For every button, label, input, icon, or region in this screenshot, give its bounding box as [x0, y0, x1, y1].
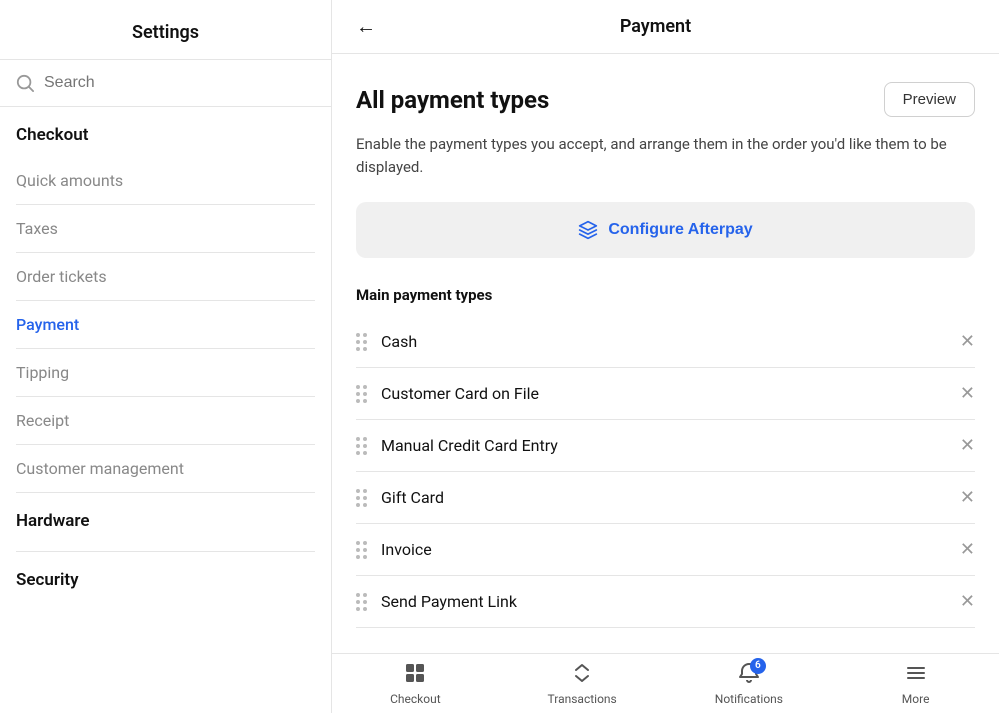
- payment-list-item: Manual Credit Card Entry ✕: [356, 420, 975, 472]
- main-body: All payment types Preview Enable the pay…: [332, 54, 999, 653]
- remove-gift-card-button[interactable]: ✕: [960, 489, 975, 507]
- payment-item-customer-card: Customer Card on File: [381, 384, 946, 403]
- payment-item-invoice: Invoice: [381, 540, 946, 559]
- sidebar-nav: Checkout Quick amounts Taxes Order ticke…: [0, 107, 331, 713]
- nav-more-label: More: [902, 692, 930, 706]
- nav-transactions[interactable]: Transactions: [499, 654, 666, 713]
- payment-item-cash: Cash: [381, 332, 946, 351]
- search-input[interactable]: [44, 74, 315, 92]
- sidebar-item-payment[interactable]: Payment: [16, 301, 315, 349]
- remove-customer-card-button[interactable]: ✕: [960, 385, 975, 403]
- notification-wrapper: 6: [738, 662, 760, 689]
- nav-more[interactable]: More: [832, 654, 999, 713]
- sidebar-section-hardware: Hardware: [16, 493, 315, 543]
- search-bar[interactable]: [0, 59, 331, 107]
- nav-checkout[interactable]: Checkout: [332, 654, 499, 713]
- main-content: ← Payment All payment types Preview Enab…: [332, 0, 999, 713]
- configure-afterpay-label: Configure Afterpay: [608, 221, 752, 239]
- main-header-title: Payment: [392, 16, 919, 37]
- drag-handle-send-payment[interactable]: [356, 593, 367, 611]
- sidebar-title: Settings: [0, 0, 331, 59]
- remove-send-payment-button[interactable]: ✕: [960, 593, 975, 611]
- drag-handle-customer-card[interactable]: [356, 385, 367, 403]
- drag-handle-gift-card[interactable]: [356, 489, 367, 507]
- drag-handle-cash[interactable]: [356, 333, 367, 351]
- preview-button[interactable]: Preview: [884, 82, 975, 117]
- payment-header-row: All payment types Preview: [356, 82, 975, 117]
- payment-item-manual-credit: Manual Credit Card Entry: [381, 436, 946, 455]
- sidebar-item-quick-amounts[interactable]: Quick amounts: [16, 157, 315, 205]
- sidebar-item-order-tickets[interactable]: Order tickets: [16, 253, 315, 301]
- grid-icon: [404, 662, 426, 689]
- payment-item-send-payment: Send Payment Link: [381, 592, 946, 611]
- nav-checkout-label: Checkout: [390, 692, 441, 706]
- section-label: Main payment types: [356, 286, 975, 304]
- page-title: All payment types: [356, 86, 549, 114]
- payment-description: Enable the payment types you accept, and…: [356, 133, 975, 178]
- sidebar: Settings Checkout Quick amounts Taxes Or…: [0, 0, 332, 713]
- payment-list-item: Send Payment Link ✕: [356, 576, 975, 628]
- back-button[interactable]: ←: [356, 14, 376, 39]
- payment-list-item: Gift Card ✕: [356, 472, 975, 524]
- remove-invoice-button[interactable]: ✕: [960, 541, 975, 559]
- drag-handle-manual-credit[interactable]: [356, 437, 367, 455]
- configure-afterpay-button[interactable]: Configure Afterpay: [356, 202, 975, 258]
- nav-notifications-label: Notifications: [715, 692, 783, 706]
- afterpay-icon: [578, 220, 598, 240]
- sidebar-section-security: Security: [16, 552, 315, 602]
- nav-transactions-label: Transactions: [548, 692, 617, 706]
- sidebar-item-customer-management[interactable]: Customer management: [16, 445, 315, 493]
- payment-list-item: Cash ✕: [356, 316, 975, 368]
- menu-icon: [905, 662, 927, 689]
- payment-list: Cash ✕ Customer Card on File ✕: [356, 316, 975, 628]
- sidebar-item-tipping[interactable]: Tipping: [16, 349, 315, 397]
- search-icon: [16, 74, 34, 92]
- nav-notifications[interactable]: 6 Notifications: [666, 654, 833, 713]
- payment-item-gift-card: Gift Card: [381, 488, 946, 507]
- payment-list-item: Invoice ✕: [356, 524, 975, 576]
- arrows-icon: [571, 662, 593, 689]
- bottom-nav: Checkout Transactions: [332, 653, 999, 713]
- notification-badge: 6: [750, 658, 766, 674]
- sidebar-item-receipt[interactable]: Receipt: [16, 397, 315, 445]
- payment-list-item: Customer Card on File ✕: [356, 368, 975, 420]
- main-header: ← Payment: [332, 0, 999, 54]
- drag-handle-invoice[interactable]: [356, 541, 367, 559]
- remove-cash-button[interactable]: ✕: [960, 333, 975, 351]
- sidebar-item-taxes[interactable]: Taxes: [16, 205, 315, 253]
- sidebar-section-checkout: Checkout: [16, 107, 315, 157]
- remove-manual-credit-button[interactable]: ✕: [960, 437, 975, 455]
